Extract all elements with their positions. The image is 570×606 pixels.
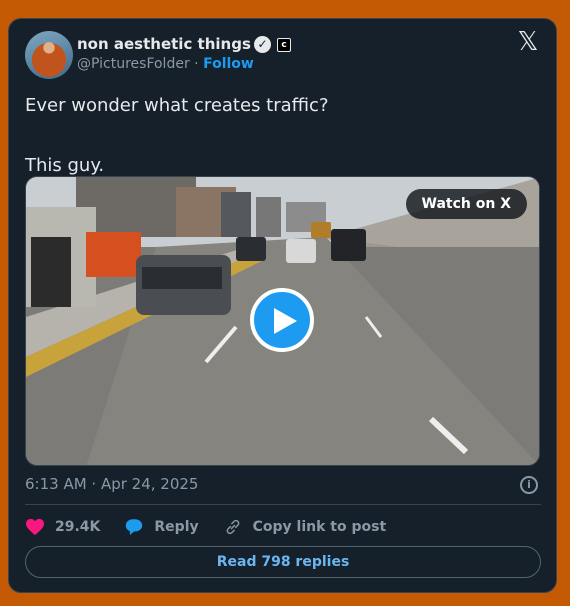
watch-on-x-button[interactable]: Watch on X xyxy=(405,189,527,219)
reply-bubble-icon xyxy=(126,519,143,536)
tweet-card: non aesthetic things ✓ c @PicturesFolder… xyxy=(8,18,557,593)
separator: · xyxy=(194,56,199,72)
like-button[interactable]: 29.4K xyxy=(25,518,100,536)
heart-icon xyxy=(26,518,44,536)
info-icon[interactable]: i xyxy=(520,476,538,494)
divider xyxy=(25,504,541,505)
handle-row: @PicturesFolder · Follow xyxy=(77,56,254,72)
avatar[interactable] xyxy=(25,31,73,79)
reply-button[interactable]: Reply xyxy=(124,518,199,536)
link-icon xyxy=(226,519,240,535)
author-handle[interactable]: @PicturesFolder xyxy=(77,56,190,72)
play-button[interactable] xyxy=(250,288,314,352)
timestamp[interactable]: 6:13 AM · Apr 24, 2025 xyxy=(25,475,198,493)
action-bar: 29.4K Reply Copy link to post xyxy=(25,515,410,539)
tweet-line: Ever wonder what creates traffic? xyxy=(25,95,329,116)
video-thumbnail[interactable]: Watch on X xyxy=(25,176,540,466)
reply-label: Reply xyxy=(154,519,199,535)
follow-link[interactable]: Follow xyxy=(203,56,254,72)
author-name[interactable]: non aesthetic things xyxy=(77,35,251,53)
verified-badge-icon: ✓ xyxy=(254,36,271,53)
copy-link-button[interactable]: Copy link to post xyxy=(223,518,387,536)
tweet-text: Ever wonder what creates traffic? This g… xyxy=(25,91,535,181)
like-count: 29.4K xyxy=(55,519,101,535)
play-icon xyxy=(274,308,297,334)
read-replies-button[interactable]: Read 798 replies xyxy=(25,546,541,578)
affiliate-badge-icon: c xyxy=(277,38,291,52)
copy-link-label: Copy link to post xyxy=(252,519,387,535)
x-logo-icon[interactable]: 𝕏 xyxy=(517,29,539,55)
